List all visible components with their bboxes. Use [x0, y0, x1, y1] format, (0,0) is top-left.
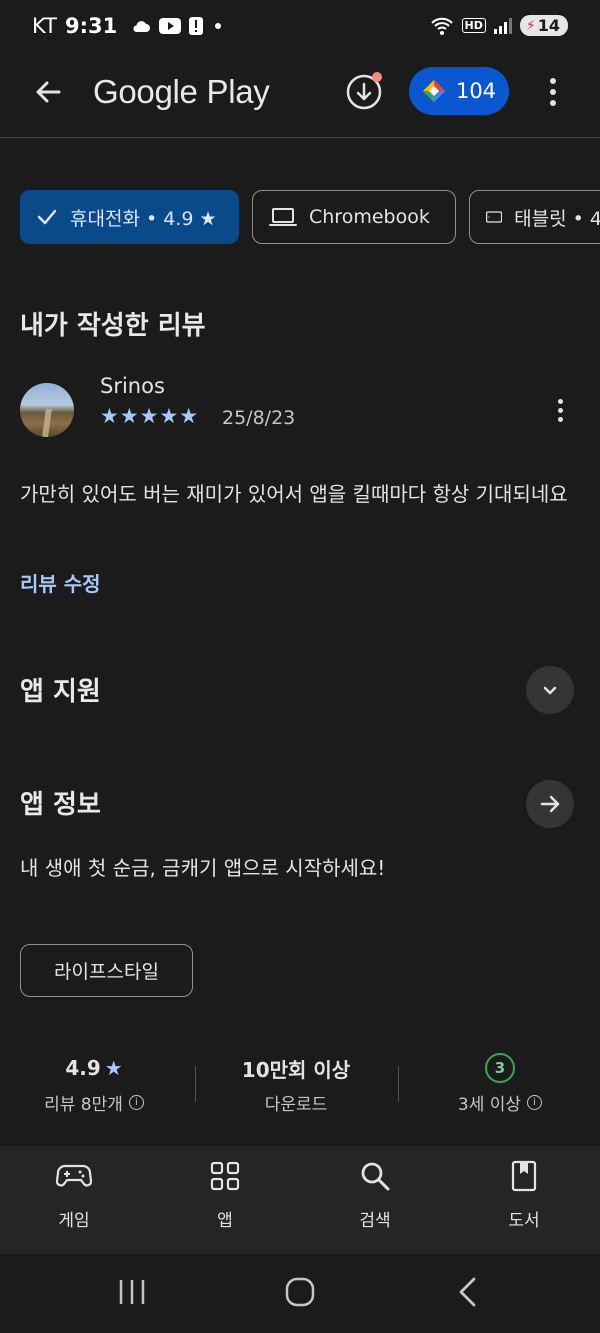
app-info-open-button[interactable] — [526, 780, 574, 828]
stat-rating: 4.9 ★ 리뷰 8만개 i — [4, 1052, 184, 1115]
chip-chromebook[interactable]: Chromebook — [252, 190, 456, 244]
home-icon — [285, 1277, 315, 1307]
age-rating-label: 3세 이상 — [457, 1095, 522, 1115]
info-icon[interactable]: i — [527, 1095, 543, 1110]
star-icon: ★ — [104, 1056, 123, 1080]
age-label-row: 3세 이상 i — [410, 1090, 590, 1115]
charging-bolt-icon: ⚡ — [525, 17, 536, 34]
review-options-button[interactable] — [548, 392, 572, 428]
notification-icons — [131, 17, 225, 35]
alert-icon — [189, 17, 204, 35]
nav-games-label: 게임 — [58, 1211, 90, 1231]
play-points-icon — [422, 80, 445, 102]
review-date: 25/8/23 — [222, 407, 296, 429]
hd-icon: HD — [461, 18, 486, 33]
downloads-value: 10만회 이상 — [241, 1057, 351, 1082]
nav-books[interactable]: 도서 — [474, 1160, 574, 1231]
more-vert-icon — [550, 78, 556, 84]
review-text: 가만히 있어도 버는 재미가 있어서 앱을 킬때마다 항상 기대되네요 — [20, 482, 568, 506]
rating-value: 4.9 — [65, 1056, 101, 1080]
edit-review-link[interactable]: 리뷰 수정 — [20, 568, 101, 597]
status-right: HD ⚡ 14 — [430, 15, 568, 36]
chip-chromebook-label: Chromebook — [309, 206, 430, 228]
bookmark-book-icon — [511, 1160, 537, 1192]
recent-apps-icon — [119, 1280, 145, 1304]
stat-age-rating: 3 3세 이상 i — [410, 1052, 590, 1115]
app-support-heading[interactable]: 앱 지원 — [20, 671, 101, 708]
status-left: KT 9:31 — [32, 14, 225, 38]
stat-divider — [195, 1066, 196, 1102]
reviewer-name: Srinos — [100, 374, 165, 398]
nav-apps-label: 앱 — [217, 1211, 233, 1231]
signal-icon — [493, 17, 512, 34]
check-icon — [37, 209, 57, 225]
avatar-photo — [42, 409, 52, 437]
arrow-right-icon — [540, 795, 560, 813]
youtube-icon — [159, 18, 182, 34]
nav-apps[interactable]: 앱 — [175, 1160, 275, 1231]
apps-grid-icon — [210, 1161, 240, 1191]
chip-tablet[interactable]: 태블릿 • 4 — [469, 190, 600, 244]
notification-dot — [372, 72, 382, 82]
overflow-menu-button[interactable] — [538, 70, 568, 114]
stat-divider — [398, 1066, 399, 1102]
category-chip[interactable]: 라이프스타일 — [20, 944, 193, 997]
rating-value-row: 4.9 ★ — [4, 1052, 184, 1084]
review-stars: ★★★★★ — [100, 404, 200, 428]
rating-count-label: 리뷰 8만개 — [44, 1095, 123, 1115]
app-support-expand-button[interactable] — [526, 666, 574, 714]
app-bar-divider — [0, 137, 600, 138]
downloads-label: 다운로드 — [264, 1095, 328, 1115]
carrier-label: KT — [32, 14, 57, 38]
system-back-button[interactable] — [438, 1270, 498, 1314]
app-info-heading[interactable]: 앱 정보 — [20, 784, 101, 821]
play-points-button[interactable]: 104 — [409, 67, 509, 115]
nav-search[interactable]: 검색 — [325, 1160, 425, 1231]
laptop-icon — [269, 208, 297, 226]
dot-icon — [215, 23, 222, 29]
chip-phone[interactable]: 휴대전화 • 4.9 ★ — [20, 190, 239, 244]
search-icon — [361, 1162, 390, 1191]
battery-level: 14 — [537, 16, 560, 35]
age-badge-row: 3 — [410, 1052, 590, 1084]
more-vert-icon — [557, 398, 563, 404]
app-description: 내 생애 첫 순금, 금캐기 앱으로 시작하세요! — [20, 856, 386, 880]
cloud-icon — [133, 21, 151, 32]
info-icon[interactable]: i — [128, 1095, 144, 1110]
gamepad-icon — [56, 1164, 92, 1187]
my-review-heading: 내가 작성한 리뷰 — [20, 311, 206, 341]
play-points-count: 104 — [455, 79, 497, 103]
chip-tablet-label: 태블릿 • 4 — [514, 207, 600, 230]
chevron-left-icon — [459, 1277, 476, 1307]
battery-indicator: ⚡ 14 — [519, 15, 568, 36]
recent-apps-button[interactable] — [102, 1270, 162, 1314]
stat-downloads: 10만회 이상 다운로드 — [206, 1052, 386, 1116]
age-rating-badge: 3 — [485, 1053, 515, 1083]
wifi-icon — [430, 17, 453, 35]
nav-games[interactable]: 게임 — [24, 1160, 124, 1231]
avatar — [20, 383, 74, 437]
nav-books-label: 도서 — [508, 1211, 540, 1231]
chip-phone-label: 휴대전화 • 4.9 ★ — [70, 207, 217, 230]
back-button[interactable] — [26, 70, 70, 114]
home-button[interactable] — [270, 1270, 330, 1314]
nav-search-label: 검색 — [359, 1211, 391, 1231]
tablet-icon — [486, 211, 503, 223]
chevron-down-icon — [543, 686, 557, 695]
rating-label-row: 리뷰 8만개 i — [4, 1090, 184, 1115]
page-title: Google Play — [93, 73, 270, 110]
arrow-left-icon — [36, 81, 61, 103]
clock: 9:31 — [64, 14, 118, 38]
